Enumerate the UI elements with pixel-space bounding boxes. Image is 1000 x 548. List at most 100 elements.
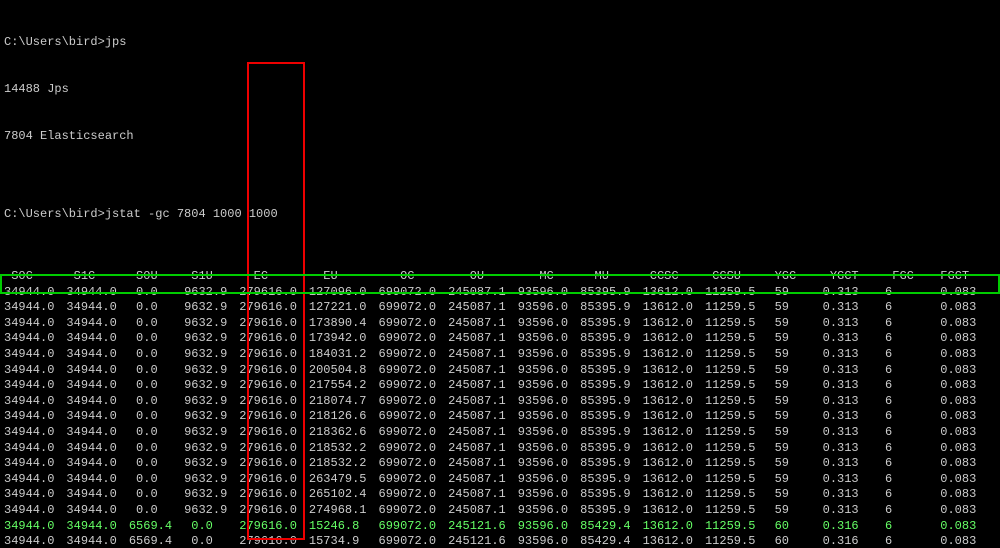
table-cell: 0.083	[926, 456, 988, 472]
table-cell: 0.396	[988, 425, 1000, 441]
table-cell: 13612.0	[643, 378, 705, 394]
table-cell: 9632.9	[184, 347, 239, 363]
table-cell: 34944.0	[4, 456, 66, 472]
table-cell: 59	[767, 347, 808, 363]
table-cell: 0.083	[926, 316, 988, 332]
table-cell: 218126.6	[309, 409, 379, 425]
table-cell: 59	[767, 425, 808, 441]
table-cell: 59	[767, 363, 808, 379]
table-cell: 0.0	[129, 378, 184, 394]
table-cell: 34944.0	[66, 363, 128, 379]
table-cell: 184031.2	[309, 347, 379, 363]
table-cell: 85395.9	[580, 363, 642, 379]
table-cell: 85395.9	[580, 441, 642, 457]
table-cell: 699072.0	[379, 316, 449, 332]
col-header: GCT	[988, 269, 1000, 285]
table-cell: 699072.0	[379, 394, 449, 410]
col-header: YGCT	[808, 269, 870, 285]
table-cell: 245087.1	[448, 503, 518, 519]
col-header: S0U	[129, 269, 184, 285]
table-row: 34944.034944.0 0.0 9632.9279616.0173942.…	[4, 331, 1000, 347]
table-cell: 0.313	[808, 316, 870, 332]
table-cell: 85395.9	[580, 285, 642, 301]
table-cell: 0.316	[808, 534, 870, 548]
table-cell: 59	[767, 378, 808, 394]
table-body: 34944.034944.0 0.0 9632.9279616.0127096.…	[4, 285, 1000, 548]
table-cell: 9632.9	[184, 425, 239, 441]
table-cell: 245087.1	[448, 300, 518, 316]
table-cell: 11259.5	[705, 456, 767, 472]
col-header: MC	[518, 269, 580, 285]
table-cell: 34944.0	[4, 300, 66, 316]
table-cell: 0.313	[808, 363, 870, 379]
table-cell: 93596.0	[518, 394, 580, 410]
table-cell: 699072.0	[379, 519, 449, 535]
table-cell: 93596.0	[518, 534, 580, 548]
table-cell: 279616.0	[239, 425, 309, 441]
table-cell: 245087.1	[448, 394, 518, 410]
table-cell: 59	[767, 503, 808, 519]
table-cell: 0.396	[988, 487, 1000, 503]
table-cell: 6	[871, 285, 926, 301]
table-cell: 13612.0	[643, 409, 705, 425]
table-cell: 245087.1	[448, 363, 518, 379]
table-cell: 245087.1	[448, 425, 518, 441]
table-cell: 0.0	[129, 347, 184, 363]
table-cell: 279616.0	[239, 363, 309, 379]
table-cell: 245087.1	[448, 347, 518, 363]
col-header: FGC	[871, 269, 926, 285]
table-cell: 59	[767, 472, 808, 488]
table-cell: 59	[767, 394, 808, 410]
table-cell: 0.083	[926, 441, 988, 457]
table-cell: 0.396	[988, 363, 1000, 379]
table-cell: 0.083	[926, 409, 988, 425]
table-cell: 245087.1	[448, 472, 518, 488]
table-cell: 34944.0	[4, 409, 66, 425]
table-row: 34944.034944.0 0.0 9632.9279616.0218532.…	[4, 456, 1000, 472]
table-row: 34944.034944.06569.4 0.0 279616.015246.8…	[4, 519, 1000, 535]
table-cell: 34944.0	[4, 534, 66, 548]
table-cell: 279616.0	[239, 316, 309, 332]
table-cell: 34944.0	[66, 394, 128, 410]
table-cell: 0.396	[988, 456, 1000, 472]
table-cell: 85395.9	[580, 394, 642, 410]
table-cell: 218532.2	[309, 441, 379, 457]
table-cell: 0.396	[988, 503, 1000, 519]
table-cell: 85395.9	[580, 425, 642, 441]
table-cell: 279616.0	[239, 300, 309, 316]
table-cell: 0.313	[808, 487, 870, 503]
table-cell: 279616.0	[239, 519, 309, 535]
table-row: 34944.034944.0 0.0 9632.9279616.0218126.…	[4, 409, 1000, 425]
table-cell: 11259.5	[705, 487, 767, 503]
table-cell: 245087.1	[448, 316, 518, 332]
table-cell: 699072.0	[379, 363, 449, 379]
terminal-window[interactable]: C:\Users\bird>jps 14488 Jps 7804 Elastic…	[0, 0, 1000, 548]
table-cell: 0.0	[129, 300, 184, 316]
table-cell: 34944.0	[66, 441, 128, 457]
table-cell: 0.0	[129, 425, 184, 441]
table-cell: 85395.9	[580, 472, 642, 488]
table-cell: 0.0	[129, 285, 184, 301]
table-cell: 0.396	[988, 316, 1000, 332]
table-cell: 85429.4	[580, 534, 642, 548]
table-cell: 0.313	[808, 425, 870, 441]
col-header: OU	[448, 269, 518, 285]
table-cell: 0.0	[129, 394, 184, 410]
table-cell: 0.0	[129, 316, 184, 332]
table-cell: 85395.9	[580, 503, 642, 519]
table-cell: 34944.0	[66, 503, 128, 519]
table-cell: 85395.9	[580, 456, 642, 472]
table-row: 34944.034944.0 0.0 9632.9279616.0217554.…	[4, 378, 1000, 394]
table-cell: 34944.0	[4, 519, 66, 535]
table-cell: 218362.6	[309, 425, 379, 441]
table-cell: 0.396	[988, 347, 1000, 363]
table-cell: 0.396	[988, 300, 1000, 316]
col-header: YGC	[767, 269, 808, 285]
table-cell: 6	[871, 456, 926, 472]
table-cell: 6	[871, 300, 926, 316]
table-cell: 93596.0	[518, 409, 580, 425]
table-cell: 245087.1	[448, 409, 518, 425]
table-cell: 93596.0	[518, 472, 580, 488]
table-cell: 127221.0	[309, 300, 379, 316]
table-cell: 245087.1	[448, 285, 518, 301]
